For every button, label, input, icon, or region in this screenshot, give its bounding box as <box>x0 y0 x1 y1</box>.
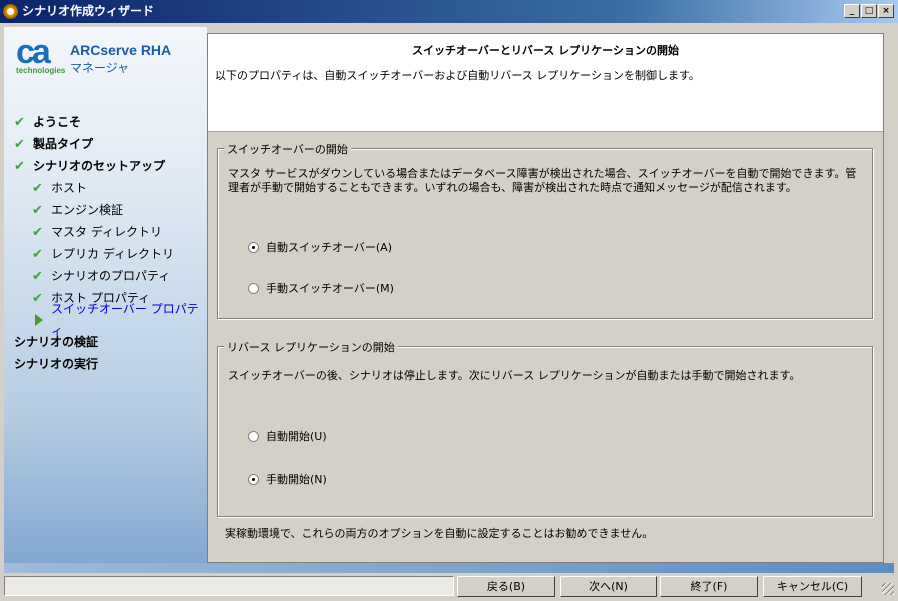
page-title: スイッチオーバーとリバース レプリケーションの開始 <box>412 44 679 57</box>
radio-label: 手動スイッチオーバー(M) <box>266 282 394 295</box>
divider <box>4 563 894 573</box>
finish-button[interactable]: 終了(F) <box>660 576 758 597</box>
check-icon: ✔ <box>32 268 43 284</box>
minimize-button[interactable]: _ <box>844 4 860 18</box>
step-label: ホスト <box>51 181 88 195</box>
step-label: エンジン検証 <box>51 203 124 217</box>
reverse-replication-group: リバース レプリケーションの開始 スイッチオーバーの後、シナリオは停止します。次… <box>217 339 873 517</box>
check-icon: ✔ <box>14 114 25 130</box>
radio-label: 自動スイッチオーバー(A) <box>266 241 392 254</box>
step-label: マスタ ディレクトリ <box>51 225 162 239</box>
check-icon: ✔ <box>32 246 43 262</box>
radio-icon[interactable] <box>248 282 259 294</box>
resize-grip-icon[interactable] <box>882 583 894 595</box>
status-bar <box>4 576 454 596</box>
page-description: 以下のプロパティは、自動スイッチオーバーおよび自動リバース レプリケーションを制… <box>215 69 700 82</box>
auto-switchover-radio[interactable]: 自動スイッチオーバー(A) <box>248 239 392 255</box>
check-icon: ✔ <box>32 290 43 306</box>
check-icon: ✔ <box>32 180 43 196</box>
check-icon: ✔ <box>14 158 25 174</box>
back-button[interactable]: 戻る(B) <box>457 576 555 597</box>
product-name: ARCserve RHA マネージャ <box>70 42 171 76</box>
switchover-group: スイッチオーバーの開始 マスタ サービスがダウンしている場合またはデータベース障… <box>217 141 873 319</box>
sidebar-step: スイッチオーバー プロパティ <box>4 302 207 338</box>
radio-icon[interactable] <box>248 430 259 442</box>
check-icon: ✔ <box>14 136 25 152</box>
sidebar-step: ✔ シナリオのセットアップ <box>4 155 207 177</box>
wizard-frame: ca technologies ARCserve RHA マネージャ ✔ ようこそ… <box>0 23 898 601</box>
window-title: シナリオ作成ウィザード <box>22 4 155 18</box>
step-label: シナリオのセットアップ <box>33 159 166 173</box>
radio-label: 自動開始(U) <box>266 430 327 443</box>
check-icon: ✔ <box>32 224 43 240</box>
maximize-button[interactable]: □ <box>861 4 877 18</box>
auto-start-radio[interactable]: 自動開始(U) <box>248 428 327 444</box>
manual-switchover-radio[interactable]: 手動スイッチオーバー(M) <box>248 280 394 296</box>
cancel-button[interactable]: キャンセル(C) <box>763 576 862 597</box>
page-header: スイッチオーバーとリバース レプリケーションの開始 以下のプロパティは、自動スイ… <box>208 34 883 132</box>
group-description: マスタ サービスがダウンしている場合またはデータベース障害が検出された場合、スイ… <box>228 167 857 194</box>
product-subtitle: マネージャ <box>70 61 130 75</box>
content-panel: スイッチオーバーとリバース レプリケーションの開始 以下のプロパティは、自動スイ… <box>207 33 884 563</box>
sidebar-step: ✔ ようこそ <box>4 111 207 133</box>
radio-icon[interactable] <box>248 241 259 253</box>
manual-start-radio[interactable]: 手動開始(N) <box>248 471 327 487</box>
close-button[interactable]: × <box>878 4 894 18</box>
sidebar-step: ✔ 製品タイプ <box>4 133 207 155</box>
step-label: ようこそ <box>33 115 82 129</box>
logo-mark: ca <box>16 33 51 71</box>
ca-logo: ca technologies <box>16 33 72 77</box>
step-label: シナリオのプロパティ <box>51 269 171 283</box>
sidebar-step: ✔ エンジン検証 <box>4 199 207 221</box>
warning-note: 実稼動環境で、これらの両方のオプションを自動に設定することはお勧めできません。 <box>225 527 654 540</box>
check-icon: ✔ <box>32 202 43 218</box>
step-label: シナリオの検証 <box>14 335 99 349</box>
sidebar-step: ✔ シナリオのプロパティ <box>4 265 207 287</box>
app-icon <box>3 4 18 19</box>
current-step-arrow-icon <box>35 314 43 326</box>
group-label: リバース レプリケーションの開始 <box>224 339 398 355</box>
wizard-steps: ✔ ようこそ ✔ 製品タイプ ✔ シナリオのセットアップ ✔ ホスト ✔ エンジン検証 ✔ マスタ デ… <box>4 111 207 375</box>
sidebar: ca technologies ARCserve RHA マネージャ ✔ ようこそ… <box>4 27 207 573</box>
sidebar-step: ✔ マスタ ディレクトリ <box>4 221 207 243</box>
step-label: シナリオの実行 <box>14 357 99 371</box>
radio-icon[interactable] <box>248 473 259 485</box>
step-label: レプリカ ディレクトリ <box>51 247 174 261</box>
sidebar-step: ✔ レプリカ ディレクトリ <box>4 243 207 265</box>
sidebar-step: シナリオの実行 <box>4 353 207 375</box>
title-bar: シナリオ作成ウィザード _ □ × <box>0 0 898 23</box>
radio-label: 手動開始(N) <box>266 473 327 486</box>
logo-sub: technologies <box>16 66 66 75</box>
sidebar-step: ✔ ホスト <box>4 177 207 199</box>
product-title: ARCserve RHA <box>70 42 172 58</box>
group-description: スイッチオーバーの後、シナリオは停止します。次にリバース レプリケーションが自動… <box>228 369 801 382</box>
next-button[interactable]: 次へ(N) <box>560 576 657 597</box>
step-label: 製品タイプ <box>33 137 94 151</box>
group-label: スイッチオーバーの開始 <box>224 141 351 157</box>
